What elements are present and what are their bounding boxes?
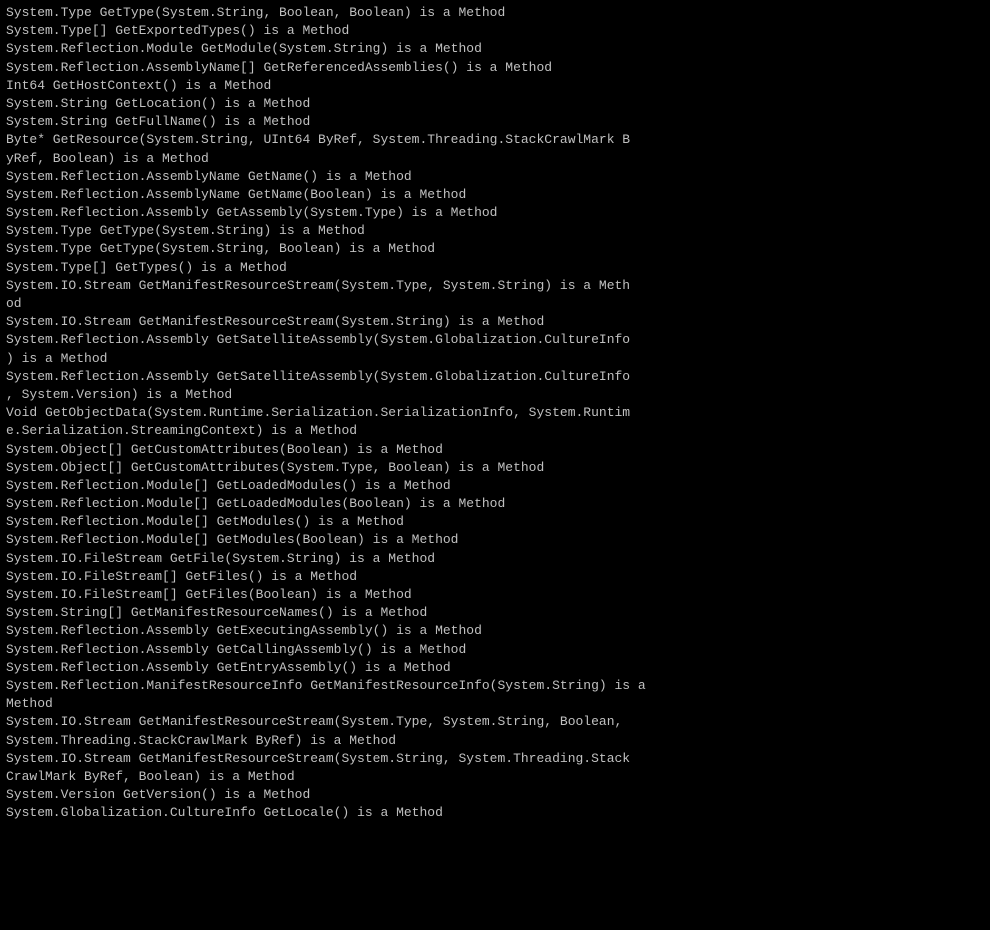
output-content: System.Type GetType(System.String, Boole… (6, 4, 984, 822)
